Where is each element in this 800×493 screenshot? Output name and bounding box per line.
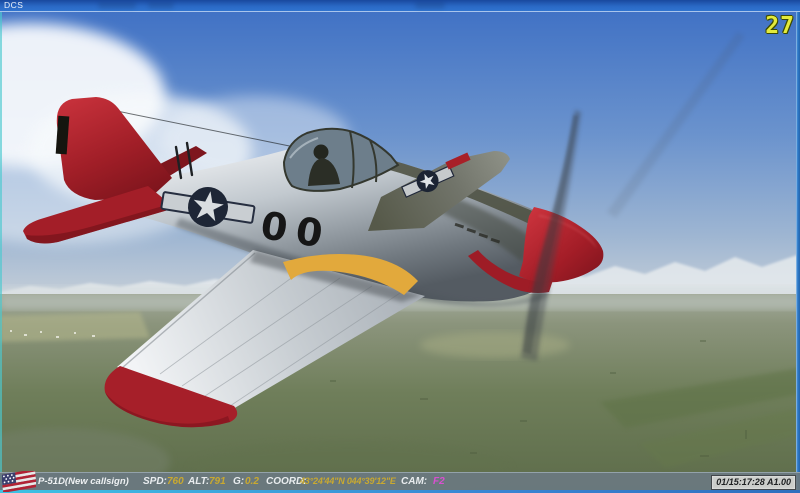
- cam-value: F2: [433, 473, 445, 490]
- us-flag-icon: [2, 471, 36, 492]
- alt-label: ALT:: [188, 473, 209, 490]
- g-value: 0.2: [245, 473, 259, 490]
- coord-value: 43°24'44"N 044°39'12"E: [300, 473, 396, 490]
- spd-value: 760: [167, 473, 184, 490]
- alt-value: 791: [209, 473, 226, 490]
- cam-label: CAM:: [401, 473, 427, 490]
- titlebar-artifact: [415, 2, 445, 9]
- titlebar-artifact: [98, 2, 136, 9]
- spd-label: SPD:: [143, 473, 167, 490]
- game-viewport[interactable]: 00: [0, 0, 800, 493]
- window-border-right: [796, 12, 800, 490]
- title-bar[interactable]: DCS: [0, 0, 800, 12]
- dcs-window: 00 DCS 2: [0, 0, 800, 493]
- fps-counter: 27: [765, 15, 795, 37]
- titlebar-artifact: [148, 2, 174, 9]
- g-label: G:: [233, 473, 244, 490]
- aircraft-name: P-51D(New callsign): [38, 473, 129, 490]
- status-bar: P-51D(New callsign) SPD: 760 ALT: 791 G:…: [0, 472, 800, 490]
- pilot: [314, 145, 329, 160]
- window-border-left: [0, 12, 2, 490]
- sim-clock: 01/15:17:28 A1.00: [711, 475, 796, 490]
- window-title: DCS: [4, 0, 23, 11]
